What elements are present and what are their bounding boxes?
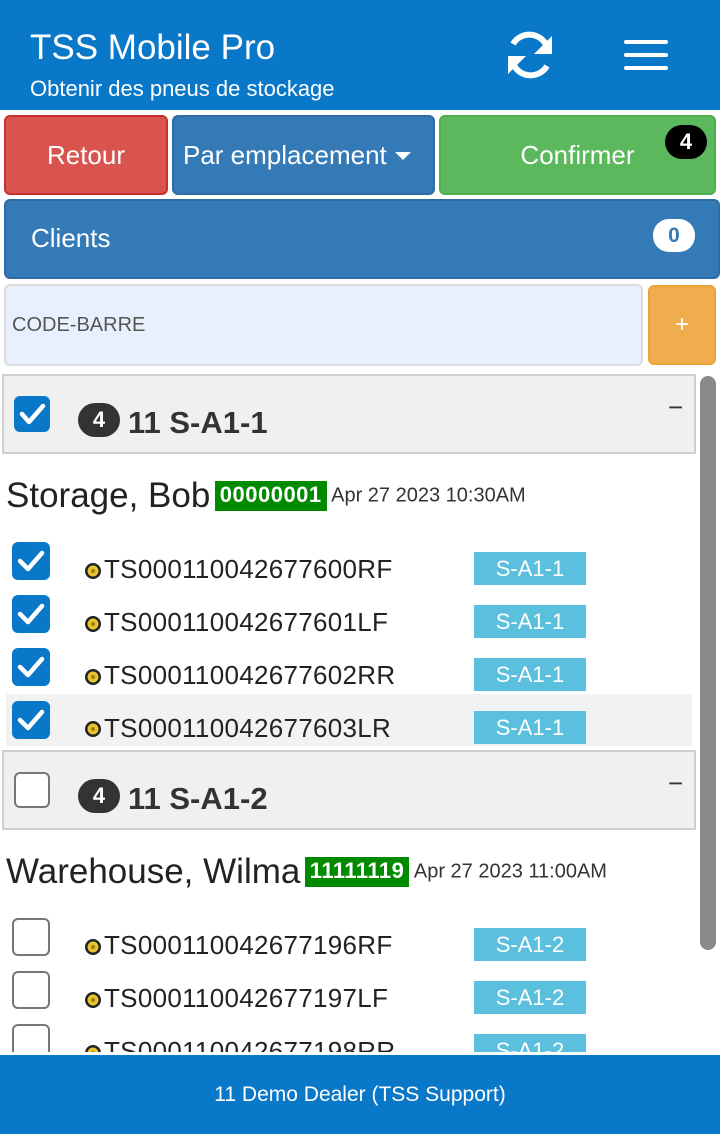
tire-list: 4 11 S-A1-1 − Storage, Bob 00000001 Apr … <box>0 372 720 1052</box>
tire-icon <box>85 721 101 737</box>
group-checkbox-unchecked[interactable] <box>14 772 50 808</box>
tire-location-badge: S-A1-2 <box>474 981 586 1014</box>
app-header: TSS Mobile Pro Obtenir des pneus de stoc… <box>0 0 720 110</box>
confirm-button-label: Confirmer <box>520 139 635 170</box>
tire-checkbox-checked[interactable] <box>12 648 50 686</box>
hamburger-menu-icon[interactable] <box>620 38 672 72</box>
barcode-input[interactable] <box>4 284 643 366</box>
tire-row[interactable]: TS000110042677197LF S-A1-2 <box>6 971 692 1023</box>
tire-serial: TS000110042677603LR <box>104 713 392 743</box>
refresh-icon[interactable] <box>504 30 556 80</box>
customer-name: Storage, Bob <box>6 476 211 515</box>
tire-row[interactable]: TS000110042677196RF S-A1-2 <box>6 918 692 970</box>
tire-checkbox-checked[interactable] <box>12 595 50 633</box>
tire-row[interactable]: TS000110042677603LR S-A1-1 <box>6 694 692 746</box>
confirm-button[interactable]: Confirmer 4 <box>439 115 716 195</box>
customer-code-badge: 11111119 <box>304 857 410 887</box>
customer-line: Storage, Bob 00000001 Apr 27 2023 10:30A… <box>6 476 526 516</box>
tire-icon <box>85 669 101 685</box>
app-title: TSS Mobile Pro <box>30 28 276 67</box>
tire-icon <box>85 563 101 579</box>
customer-date: Apr 27 2023 10:30AM <box>331 484 526 507</box>
back-button[interactable]: Retour <box>4 115 168 195</box>
tire-location-badge: S-A1-2 <box>474 1034 586 1052</box>
group-header[interactable]: 4 11 S-A1-2 − <box>2 750 696 830</box>
tire-location-badge: S-A1-1 <box>474 658 586 691</box>
customer-name: Warehouse, Wilma <box>6 852 301 891</box>
group-title: 11 S-A1-1 <box>128 405 268 440</box>
caret-down-icon <box>394 152 411 160</box>
list-scrollbar[interactable] <box>700 376 716 950</box>
tire-checkbox-unchecked[interactable] <box>12 971 50 1009</box>
location-dropdown-label: Par emplacement <box>183 139 387 170</box>
tire-location-badge: S-A1-1 <box>474 605 586 638</box>
tire-checkbox-unchecked[interactable] <box>12 1024 50 1052</box>
collapse-icon[interactable]: − <box>668 392 683 423</box>
group-count-badge: 4 <box>78 403 120 437</box>
tire-row[interactable]: TS000110042677198RR S-A1-2 <box>6 1024 692 1052</box>
group-checkbox-checked[interactable] <box>14 396 50 432</box>
tire-row[interactable]: TS000110042677600RF S-A1-1 <box>6 542 692 594</box>
footer-text: 11 Demo Dealer (TSS Support) <box>214 1082 506 1106</box>
tire-icon <box>85 1045 101 1052</box>
tire-checkbox-checked[interactable] <box>12 542 50 580</box>
clients-panel[interactable]: Clients 0 <box>4 199 720 279</box>
group-count-badge: 4 <box>78 779 120 813</box>
app-subtitle: Obtenir des pneus de stockage <box>30 76 335 101</box>
clients-label: Clients <box>31 223 111 253</box>
tire-location-badge: S-A1-1 <box>474 711 586 744</box>
tire-serial: TS000110042677601LF <box>104 607 389 637</box>
customer-date: Apr 27 2023 11:00AM <box>413 860 607 883</box>
location-dropdown-button[interactable]: Par emplacement <box>172 115 435 195</box>
tire-serial: TS000110042677600RF <box>104 554 393 584</box>
tire-location-badge: S-A1-2 <box>474 928 586 961</box>
tire-icon <box>85 992 101 1008</box>
tire-serial: TS000110042677198RR <box>104 1036 396 1052</box>
tire-row[interactable]: TS000110042677602RR S-A1-1 <box>6 648 692 700</box>
tire-location-badge: S-A1-1 <box>474 552 586 585</box>
group-header[interactable]: 4 11 S-A1-1 − <box>2 374 696 454</box>
tire-icon <box>85 939 101 955</box>
confirm-count-badge: 4 <box>665 125 707 159</box>
add-barcode-button[interactable]: + <box>648 285 716 365</box>
tire-checkbox-unchecked[interactable] <box>12 918 50 956</box>
tire-serial: TS000110042677602RR <box>104 660 396 690</box>
tire-row[interactable]: TS000110042677601LF S-A1-1 <box>6 595 692 647</box>
customer-line: Warehouse, Wilma 11111119 Apr 27 2023 11… <box>6 852 607 892</box>
clients-count-badge: 0 <box>653 219 695 252</box>
tire-checkbox-checked[interactable] <box>12 701 50 739</box>
footer-bar: 11 Demo Dealer (TSS Support) <box>0 1055 720 1134</box>
tire-icon <box>85 616 101 632</box>
collapse-icon[interactable]: − <box>668 768 683 799</box>
group-title: 11 S-A1-2 <box>128 781 268 816</box>
tire-serial: TS000110042677196RF <box>104 930 393 960</box>
customer-code-badge: 00000001 <box>214 481 327 511</box>
back-button-label: Retour <box>46 139 126 170</box>
tire-serial: TS000110042677197LF <box>104 983 389 1013</box>
